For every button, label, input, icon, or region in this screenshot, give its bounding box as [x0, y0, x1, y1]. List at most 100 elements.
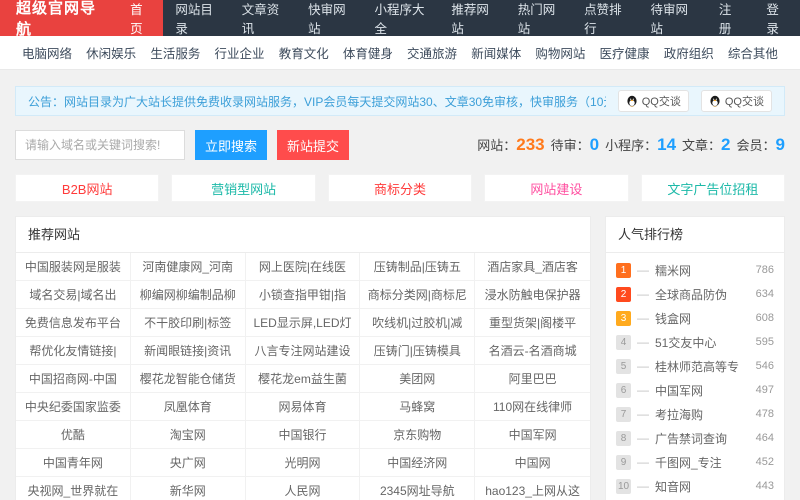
site-link[interactable]: 马蜂窝	[360, 393, 476, 421]
topnav-item[interactable]: 热门网站	[506, 0, 572, 36]
rank-badge: 7	[616, 406, 631, 422]
site-link[interactable]: hao123_上网从这	[475, 477, 590, 500]
site-link[interactable]: 樱花龙智能仓储货	[130, 365, 246, 393]
category-link[interactable]: 新闻媒体	[471, 43, 521, 62]
site-link[interactable]: 中国银行	[245, 421, 361, 449]
site-link[interactable]: 中国军网	[475, 421, 590, 449]
site-link[interactable]: 110网在线律师	[475, 393, 590, 421]
search-button[interactable]: 立即搜索	[195, 130, 267, 160]
category-link[interactable]: 医疗健康	[600, 43, 650, 62]
category-link[interactable]: 购物网站	[535, 43, 585, 62]
topnav-item[interactable]: 小程序大全	[362, 0, 439, 36]
ranking-item[interactable]: 3 — 钱盒网 608	[616, 306, 774, 330]
site-link[interactable]: 网上医院|在线医	[245, 253, 361, 281]
site-link[interactable]: 域名交易|域名出	[16, 281, 131, 309]
qq-chat-button[interactable]: QQ交谈	[700, 90, 772, 112]
recommend-panel: 推荐网站 中国服装网是服装 河南健康网_河南 网上医院|在线医 压铸制品|压铸五 酒店家…	[15, 216, 591, 500]
category-link[interactable]: 电脑网络	[22, 43, 72, 62]
ranking-item[interactable]: 1 — 糯米网 786	[616, 258, 774, 282]
search-input[interactable]	[15, 130, 185, 160]
site-logo[interactable]: 超级官网导航	[0, 0, 119, 38]
site-link[interactable]: 名酒云-名酒商城	[475, 337, 590, 365]
site-link[interactable]: 网易体育	[245, 393, 361, 421]
site-link[interactable]: 阿里巴巴	[475, 365, 590, 393]
quick-tab[interactable]: 文字广告位招租	[640, 174, 786, 202]
site-link[interactable]: 新华网	[131, 477, 246, 500]
topnav-item[interactable]: 首页	[118, 0, 164, 36]
category-link[interactable]: 教育文化	[279, 43, 329, 62]
quick-tab[interactable]: B2B网站	[15, 174, 160, 202]
site-link[interactable]: 光明网	[245, 449, 361, 477]
site-link[interactable]: 压铸门|压铸模具	[360, 337, 476, 365]
site-link[interactable]: 八言专注网站建设	[245, 337, 361, 365]
topnav-item[interactable]: 点赞排行	[572, 0, 638, 36]
topnav-item[interactable]: 网站目录	[163, 0, 229, 36]
site-link[interactable]: 人民网	[246, 477, 361, 500]
site-link[interactable]: 压铸制品|压铸五	[360, 253, 476, 281]
category-link[interactable]: 交通旅游	[407, 43, 457, 62]
auth-link[interactable]: 登录	[752, 0, 800, 36]
search-bar: 立即搜索 新站提交 网站：233 待审：0 小程序：14 文章：2 会员：9	[15, 130, 785, 160]
site-link[interactable]: 中国服装网是服装	[16, 253, 131, 281]
site-link[interactable]: 不干胶印刷|标签	[130, 309, 246, 337]
ranking-item[interactable]: 6 — 中国军网 497	[616, 378, 774, 402]
site-link[interactable]: 柳编网柳编制品柳	[130, 281, 246, 309]
qq-chat-button[interactable]: QQ交谈	[617, 90, 689, 112]
site-link[interactable]: 商标分类网|商标尼	[360, 281, 476, 309]
ranking-item[interactable]: 2 — 全球商品防伪 634	[616, 282, 774, 306]
site-link[interactable]: 帮优化友情链接|	[16, 337, 131, 365]
quick-tab[interactable]: 营销型网站	[171, 174, 316, 202]
site-link[interactable]: 免费信息发布平台	[16, 309, 131, 337]
ranking-item[interactable]: 9 — 千图网_专注 452	[616, 450, 774, 474]
quick-tab[interactable]: 商标分类	[327, 174, 473, 202]
topnav-item[interactable]: 待审网站	[638, 0, 704, 36]
category-link[interactable]: 休闲娱乐	[86, 43, 136, 62]
site-link[interactable]: 小锁查指甲钳|指	[245, 281, 361, 309]
site-link[interactable]: 新闻眼链接|资讯	[130, 337, 246, 365]
ranking-item[interactable]: 8 — 广告禁词查询 464	[616, 426, 774, 450]
category-link[interactable]: 政府组织	[664, 43, 714, 62]
site-link[interactable]: 央视网_世界就在	[16, 477, 131, 500]
auth-link[interactable]: 注册	[705, 0, 753, 36]
site-link[interactable]: 中央纪委国家监委	[16, 393, 131, 421]
category-link[interactable]: 综合其他	[728, 43, 778, 62]
rank-site-name: 钱盒网	[655, 311, 692, 326]
site-link[interactable]: 央广网	[130, 449, 246, 477]
rank-separator: —	[637, 407, 649, 421]
site-link[interactable]: 美团网	[360, 365, 476, 393]
ranking-item[interactable]: 4 — 51交友中心 595	[616, 330, 774, 354]
site-link[interactable]: 中国经济网	[360, 449, 476, 477]
category-link[interactable]: 生活服务	[150, 43, 200, 62]
site-link[interactable]: 浸水防触电保护器	[475, 281, 590, 309]
stat-item: 会员： 9	[737, 135, 785, 155]
rank-site-name: 桂林师范高等专	[655, 359, 740, 374]
stat-label: 小程序：	[605, 138, 658, 153]
submit-site-button[interactable]: 新站提交	[277, 130, 349, 160]
site-link[interactable]: 河南健康网_河南	[130, 253, 246, 281]
ranking-item[interactable]: 10 — 知音网 443	[616, 474, 774, 498]
topnav-item[interactable]: 快审网站	[296, 0, 362, 36]
ranking-item[interactable]: 7 — 考拉海购 478	[616, 402, 774, 426]
site-link[interactable]: 中国招商网-中国	[16, 365, 131, 393]
site-link[interactable]: 淘宝网	[130, 421, 246, 449]
topnav-item[interactable]: 推荐网站	[439, 0, 505, 36]
site-link[interactable]: 重型货架|阁楼平	[475, 309, 590, 337]
site-link[interactable]: 凤凰体育	[130, 393, 246, 421]
category-link[interactable]: 体育健身	[343, 43, 393, 62]
site-link[interactable]: 中国网	[475, 449, 590, 477]
site-link[interactable]: 吹线机|过胶机|减	[360, 309, 476, 337]
site-link[interactable]: 2345网址导航	[360, 477, 476, 500]
site-link[interactable]: 京东购物	[360, 421, 476, 449]
site-link[interactable]: 优酷	[16, 421, 131, 449]
rank-separator: —	[637, 311, 649, 325]
category-link[interactable]: 行业企业	[215, 43, 265, 62]
quick-tab[interactable]: 网站建设	[484, 174, 629, 202]
topnav-item[interactable]: 文章资讯	[230, 0, 296, 36]
rank-site-name: 广告禁词查询	[655, 431, 728, 446]
site-link[interactable]: 樱花龙em益生菌	[245, 365, 361, 393]
ranking-item[interactable]: 5 — 桂林师范高等专 546	[616, 354, 774, 378]
site-link[interactable]: 酒店家具_酒店客	[475, 253, 590, 281]
rank-badge: 2	[616, 286, 631, 302]
site-link[interactable]: LED显示屏,LED灯	[245, 309, 361, 337]
site-link[interactable]: 中国青年网	[16, 449, 131, 477]
